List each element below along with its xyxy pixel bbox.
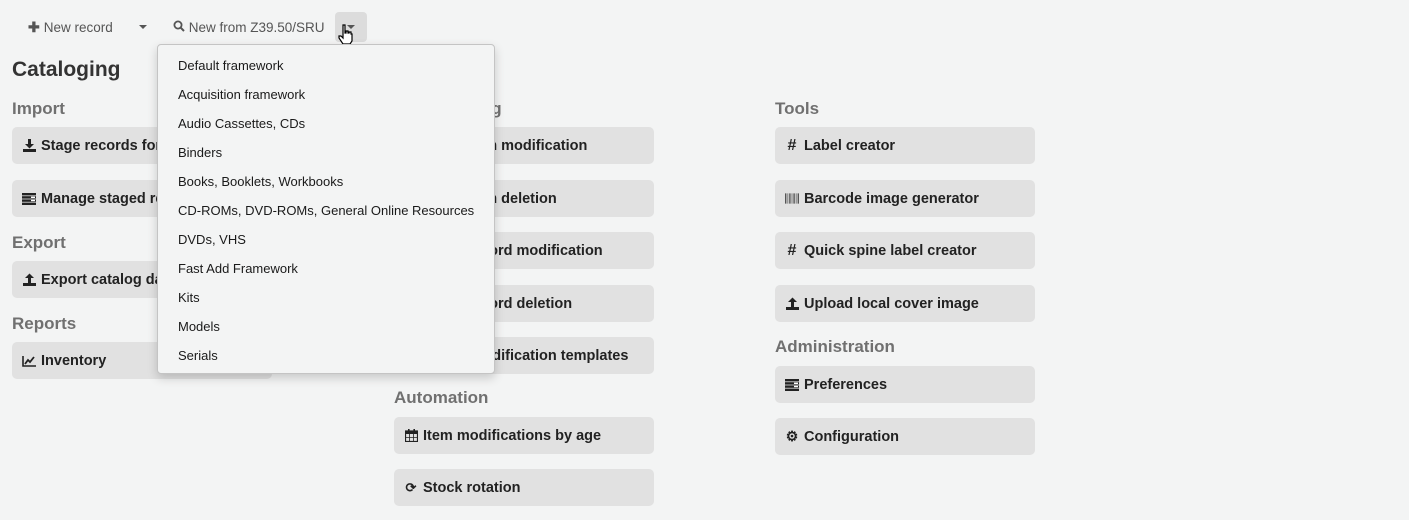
framework-menu-item[interactable]: Binders	[158, 138, 494, 167]
label-creator-button[interactable]: # Label creator	[775, 127, 1035, 164]
new-from-z3950-label: New from Z39.50/SRU	[188, 19, 325, 35]
configuration-button[interactable]: ⚙ Configuration	[775, 418, 1035, 455]
preferences-label: Preferences	[804, 376, 888, 393]
list-icon	[785, 378, 799, 391]
list-icon	[22, 192, 36, 205]
barcode-image-generator-button[interactable]: Barcode image generator	[775, 180, 1035, 217]
framework-menu-item[interactable]: DVDs, VHS	[158, 225, 494, 254]
framework-menu-item[interactable]: Fast Add Framework	[158, 254, 494, 283]
barcode-image-generator-label: Barcode image generator	[804, 190, 979, 207]
configuration-label: Configuration	[804, 428, 900, 445]
framework-menu-item[interactable]: Audio Cassettes, CDs	[158, 109, 494, 138]
tools-heading: Tools	[775, 99, 820, 118]
barcode-icon	[785, 193, 799, 204]
new-from-z3950-button[interactable]: New from Z39.50/SRU	[163, 12, 335, 42]
administration-heading: Administration	[775, 337, 895, 356]
framework-menu-item[interactable]: Default framework	[158, 51, 494, 80]
cataloging-toolbar: ✚ New record New from Z39.50/SRU	[18, 12, 367, 42]
label-creator-label: Label creator	[804, 137, 896, 154]
framework-menu-item[interactable]: Serials	[158, 341, 494, 370]
download-icon	[22, 139, 36, 152]
upload-local-cover-image-label: Upload local cover image	[804, 295, 979, 312]
framework-menu-item[interactable]: Models	[158, 312, 494, 341]
upload-icon	[785, 297, 799, 310]
export-catalog-data-label: Export catalog data	[41, 271, 176, 288]
line-chart-icon	[22, 355, 36, 367]
right-column: Tools # Label creator Barcode image gene…	[775, 97, 1035, 455]
caret-down-icon	[138, 25, 147, 29]
calendar-icon	[404, 429, 418, 442]
search-icon	[173, 19, 185, 35]
upload-icon	[22, 273, 36, 286]
quick-spine-label-creator-button[interactable]: # Quick spine label creator	[775, 232, 1035, 269]
quick-spine-label-creator-label: Quick spine label creator	[804, 242, 977, 259]
hand-pointer-cursor-icon	[338, 24, 353, 44]
preferences-button[interactable]: Preferences	[775, 366, 1035, 403]
framework-menu-item[interactable]: Kits	[158, 283, 494, 312]
cogs-icon: ⚙	[785, 428, 799, 444]
hashtag-icon: #	[787, 241, 797, 259]
stock-rotation-label: Stock rotation	[423, 479, 521, 496]
new-record-button[interactable]: ✚ New record	[18, 12, 123, 42]
item-modifications-by-age-label: Item modifications by age	[423, 427, 602, 444]
refresh-icon: ⟳	[405, 479, 417, 495]
page-title: Cataloging	[12, 58, 121, 81]
framework-menu-item[interactable]: CD-ROMs, DVD-ROMs, General Online Resour…	[158, 196, 494, 225]
inventory-label: Inventory	[41, 352, 107, 369]
new-record-label: New record	[43, 19, 113, 35]
framework-dropdown-menu: Default framework Acquisition framework …	[157, 44, 495, 374]
automation-heading: Automation	[394, 388, 489, 407]
item-modifications-by-age-button[interactable]: Item modifications by age	[394, 417, 654, 454]
framework-menu-item[interactable]: Acquisition framework	[158, 80, 494, 109]
new-record-dropdown-toggle[interactable]	[129, 12, 157, 42]
plus-icon: ✚	[28, 18, 40, 35]
stock-rotation-button[interactable]: ⟳ Stock rotation	[394, 469, 654, 506]
hashtag-icon: #	[787, 136, 797, 154]
upload-local-cover-image-button[interactable]: Upload local cover image	[775, 285, 1035, 322]
framework-menu-item[interactable]: Books, Booklets, Workbooks	[158, 167, 494, 196]
